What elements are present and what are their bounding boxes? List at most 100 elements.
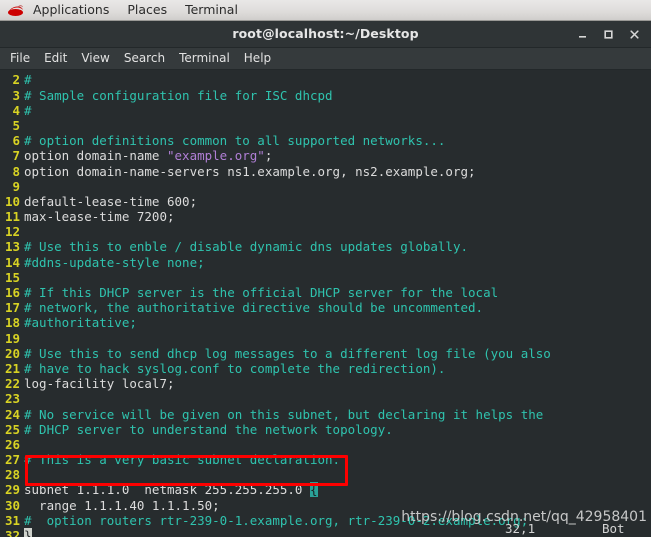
line-number: 8 <box>12 163 20 179</box>
line-text: # No service will be given on this subne… <box>24 407 543 422</box>
vim-editor-buffer[interactable]: 2 #3 # Sample configuration file for ISC d… <box>0 70 651 537</box>
panel-item-applications[interactable]: Applications <box>24 0 118 20</box>
code-line: 7 option domain-name "example.org"; <box>0 148 651 163</box>
code-segment-comment: # option definitions common to all suppo… <box>24 133 446 149</box>
line-number: 21 <box>4 360 20 376</box>
desktop-top-panel: Applications Places Terminal <box>0 0 651 21</box>
line-number: 11 <box>4 209 20 225</box>
line-number: 2 <box>12 72 20 88</box>
code-line: 20 # Use this to send dhcp log messages t… <box>0 346 651 361</box>
line-text: default-lease-time 600; <box>24 194 197 209</box>
line-number: 27 <box>4 452 20 468</box>
code-lines-container: 2 #3 # Sample configuration file for ISC d… <box>0 72 651 537</box>
code-segment-plain: option domain-name-servers ns1.example.o… <box>24 163 476 179</box>
menu-item-search[interactable]: Search <box>117 48 172 69</box>
menu-item-view[interactable]: View <box>74 48 116 69</box>
code-segment-comment: # If this DHCP server is the official DH… <box>24 285 499 300</box>
panel-item-places[interactable]: Places <box>118 0 176 20</box>
line-text: option domain-name "example.org"; <box>24 148 272 163</box>
line-text: #authoritative; <box>24 315 137 330</box>
minimize-icon[interactable] <box>569 23 595 45</box>
line-number: 30 <box>4 497 20 513</box>
code-line: 26 <box>0 437 651 452</box>
line-text: # This is a very basic subnet declaratio… <box>24 452 340 467</box>
line-number: 13 <box>4 239 20 255</box>
line-text: # network, the authoritative directive s… <box>24 300 483 315</box>
code-line: 12 <box>0 224 651 239</box>
code-line: 25 # DHCP server to understand the networ… <box>0 422 651 437</box>
code-segment-comment: # have to hack syslog.conf to complete t… <box>24 360 446 376</box>
line-text: # Use this to enble / disable dynamic dn… <box>24 239 468 254</box>
line-number: 22 <box>4 376 20 392</box>
line-number: 18 <box>4 315 20 331</box>
line-number: 29 <box>4 482 20 498</box>
line-number: 14 <box>4 254 20 270</box>
line-number: 24 <box>4 406 20 422</box>
code-segment-comment: # network, the authoritative directive s… <box>24 300 484 316</box>
line-number: 19 <box>4 330 20 346</box>
window-controls <box>569 21 647 47</box>
line-text: range 1.1.1.40 1.1.1.50; <box>24 498 220 513</box>
code-line: 18 #authoritative; <box>0 315 651 330</box>
code-line: 28 <box>0 467 651 482</box>
code-segment-plain: log-facility local7; <box>24 376 175 392</box>
window-titlebar[interactable]: root@localhost:~/Desktop <box>0 21 651 48</box>
code-segment-brace-hl: { <box>309 482 318 498</box>
code-segment-plain: range 1.1.1.40 1.1.1.50; <box>24 497 220 513</box>
line-text: # have to hack syslog.conf to complete t… <box>24 361 445 376</box>
code-segment-comment: # Use this to enble / disable dynamic dn… <box>24 239 469 255</box>
line-number: 5 <box>12 117 20 133</box>
line-text: # If this DHCP server is the official DH… <box>24 285 498 300</box>
code-segment-comment: # <box>24 72 32 88</box>
code-segment-plain: max-lease-time 7200; <box>24 209 175 225</box>
code-line: 16 # If this DHCP server is the official … <box>0 285 651 300</box>
scroll-position-indicator: Bot <box>602 521 625 536</box>
line-number: 3 <box>12 87 20 103</box>
code-line: 17 # network, the authoritative directive… <box>0 300 651 315</box>
line-text: # option definitions common to all suppo… <box>24 133 445 148</box>
line-number: 16 <box>4 285 20 300</box>
code-line: 10 default-lease-time 600; <box>0 194 651 209</box>
close-icon[interactable] <box>621 23 647 45</box>
code-segment-plain: option domain-name <box>24 148 167 164</box>
line-text: # Sample configuration file for ISC dhcp… <box>24 88 333 103</box>
code-line: 22 log-facility local7; <box>0 376 651 391</box>
code-line: 23 <box>0 391 651 406</box>
code-line: 29 subnet 1.1.1.0 netmask 255.255.255.0 { <box>0 482 651 498</box>
code-line: 11 max-lease-time 7200; <box>0 209 651 224</box>
menu-item-help[interactable]: Help <box>237 48 278 69</box>
maximize-icon[interactable] <box>595 23 621 45</box>
line-number: 4 <box>12 102 20 118</box>
line-number: 12 <box>4 224 20 240</box>
code-segment-comment: # Use this to send dhcp log messages to … <box>24 345 551 361</box>
panel-item-terminal[interactable]: Terminal <box>176 0 247 20</box>
menu-item-file[interactable]: File <box>3 48 37 69</box>
code-segment-comment: # No service will be given on this subne… <box>24 406 544 422</box>
vim-status-line: 32,1 Bot <box>0 520 651 537</box>
code-line: 13 # Use this to enble / disable dynamic … <box>0 239 651 254</box>
code-line: 24 # No service will be given on this sub… <box>0 407 651 422</box>
code-segment-comment: #authoritative; <box>24 315 137 331</box>
code-line: 27 # This is a very basic subnet declarat… <box>0 452 651 467</box>
line-number: 26 <box>4 436 20 452</box>
code-segment-comment: # This is a very basic subnet declaratio… <box>24 452 341 468</box>
line-number: 7 <box>12 148 20 164</box>
line-text: max-lease-time 7200; <box>24 209 175 224</box>
line-number: 15 <box>4 269 20 285</box>
line-number: 6 <box>12 133 20 149</box>
menu-item-edit[interactable]: Edit <box>37 48 74 69</box>
line-text: # DHCP server to understand the network … <box>24 422 393 437</box>
window-title: root@localhost:~/Desktop <box>232 26 419 42</box>
code-line: 3 # Sample configuration file for ISC dhc… <box>0 88 651 103</box>
code-segment-plain: subnet 1.1.1.0 netmask 255.255.255.0 <box>24 482 310 498</box>
line-number: 17 <box>4 300 20 316</box>
code-line: 9 <box>0 179 651 194</box>
terminal-menubar: File Edit View Search Terminal Help <box>0 47 651 71</box>
line-text: # <box>24 103 32 118</box>
redhat-logo-icon[interactable] <box>6 2 24 18</box>
terminal-window: root@localhost:~/Desktop File Edit View … <box>0 21 651 537</box>
code-line: 2 # <box>0 72 651 87</box>
line-text: # Use this to send dhcp log messages to … <box>24 346 551 361</box>
menu-item-terminal[interactable]: Terminal <box>172 48 237 69</box>
line-text: #ddns-update-style none; <box>24 255 205 270</box>
